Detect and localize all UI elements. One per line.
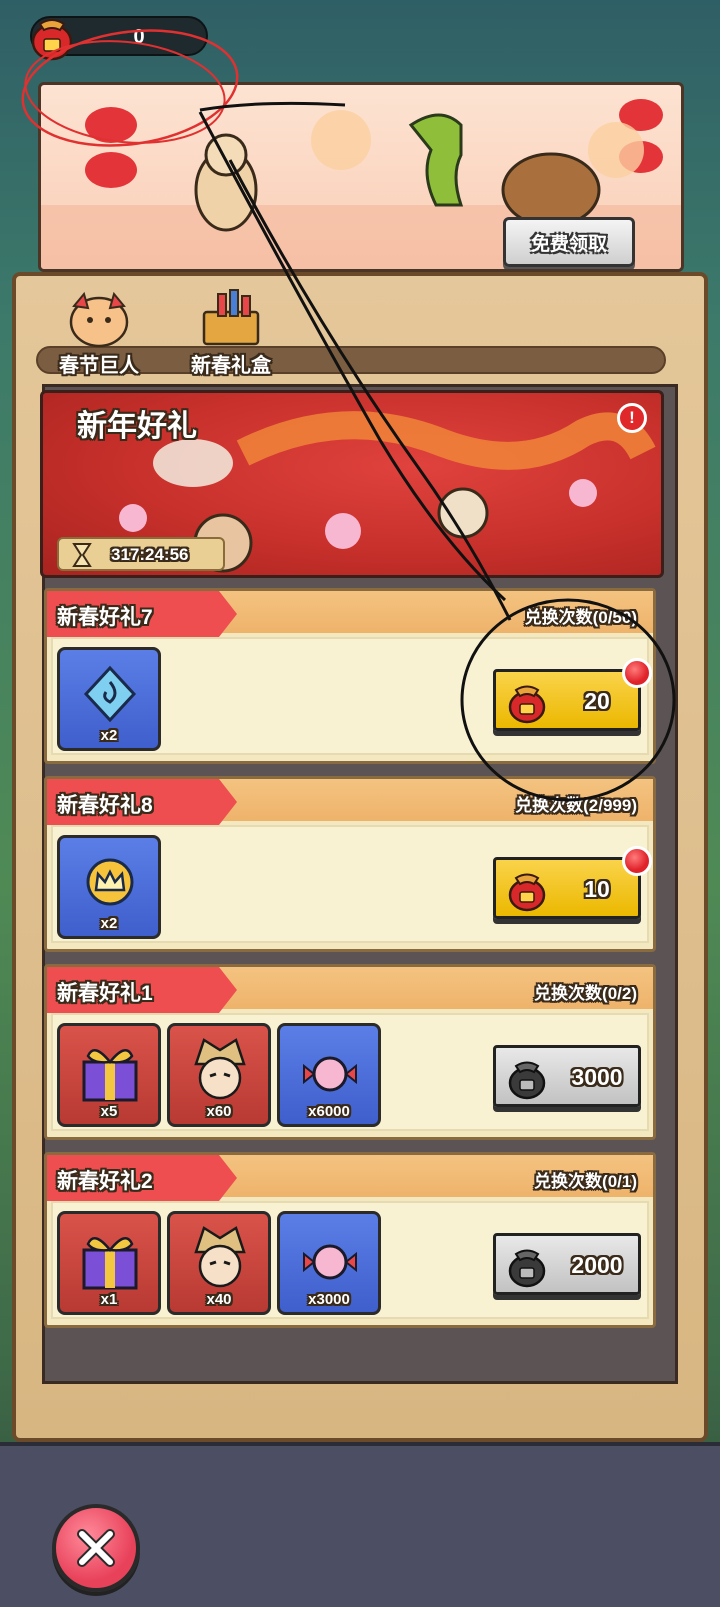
item-qty: x3000 bbox=[308, 1291, 350, 1308]
exchange-count: 兑换次数(0/2) bbox=[534, 984, 637, 1003]
gift-card: 新春好礼7 兑换次数(0/50) x2 20 bbox=[44, 588, 656, 764]
event-banner: 新年好礼 ! 317:24:56 bbox=[40, 390, 664, 578]
event-timer: 317:24:56 bbox=[57, 537, 225, 571]
exchange-button[interactable]: 2000 bbox=[493, 1233, 641, 1295]
gift-card: 新春好礼8 兑换次数(2/999) x2 10 bbox=[44, 776, 656, 952]
close-button[interactable] bbox=[52, 1504, 140, 1592]
hero-portrait-icon bbox=[194, 1038, 246, 1100]
card-ribbon: 新春好礼1 bbox=[47, 967, 237, 1013]
item-qty: x1 bbox=[100, 1291, 118, 1308]
price: 20 bbox=[584, 688, 610, 714]
card-title: 新春好礼1 bbox=[57, 982, 153, 1005]
gift-box-icon bbox=[82, 1049, 138, 1102]
tab-spring-giant[interactable]: 春节巨人 bbox=[34, 286, 164, 378]
price: 2000 bbox=[571, 1252, 623, 1278]
candy-icon bbox=[303, 1244, 357, 1280]
card-ribbon: 新春好礼7 bbox=[47, 591, 237, 637]
candy-icon bbox=[303, 1056, 357, 1092]
reward-item[interactable]: x40 bbox=[167, 1211, 271, 1315]
gift-card: 新春好礼1 兑换次数(0/2) x5 x60 x6000 3000 bbox=[44, 964, 656, 1140]
currency-amount: 0 bbox=[133, 26, 145, 48]
timer-value: 317:24:56 bbox=[111, 545, 189, 564]
reward-item[interactable]: x60 bbox=[167, 1023, 271, 1127]
price: 3000 bbox=[571, 1064, 623, 1090]
reward-item[interactable]: x2 bbox=[57, 835, 161, 939]
price: 10 bbox=[584, 876, 610, 902]
exchange-count: 兑换次数(0/1) bbox=[534, 1172, 637, 1191]
card-ribbon: 新春好礼8 bbox=[47, 779, 237, 825]
item-qty: x40 bbox=[206, 1291, 232, 1308]
reward-item[interactable]: x5 bbox=[57, 1023, 161, 1127]
currency-bar: 0 bbox=[30, 16, 208, 61]
spiral-gem-icon bbox=[83, 665, 137, 723]
gift-card: 新春好礼2 兑换次数(0/1) x1 x40 x3000 2000 bbox=[44, 1152, 656, 1328]
close-icon bbox=[77, 1529, 115, 1567]
tab-label: 春节巨人 bbox=[59, 355, 139, 377]
firework-box-icon bbox=[202, 289, 260, 346]
item-qty: x2 bbox=[100, 727, 118, 744]
card-body: x1 x40 x3000 2000 bbox=[51, 1201, 649, 1319]
card-body: x2 10 bbox=[51, 825, 652, 943]
tab-label: 新春礼盒 bbox=[191, 355, 271, 377]
item-qty: x60 bbox=[206, 1103, 232, 1120]
reward-item[interactable]: x1 bbox=[57, 1211, 161, 1315]
lucky-bag-icon bbox=[508, 873, 546, 912]
exchange-button[interactable]: 20 bbox=[493, 658, 652, 731]
exchange-count: 兑换次数(2/999) bbox=[515, 796, 637, 815]
lucky-bag-icon bbox=[508, 685, 546, 724]
hourglass-icon bbox=[72, 543, 92, 567]
crown-icon bbox=[86, 858, 134, 906]
card-body: x5 x60 x6000 3000 bbox=[51, 1013, 649, 1131]
card-body: x2 20 bbox=[51, 637, 652, 755]
gift-box-icon bbox=[82, 1237, 138, 1290]
item-qty: x2 bbox=[100, 915, 118, 932]
tab-new-year-box[interactable]: 新春礼盒 bbox=[166, 286, 296, 378]
lucky-bag-icon bbox=[508, 1061, 546, 1100]
dragon-giant-icon bbox=[69, 291, 129, 348]
reward-item[interactable]: x2 bbox=[57, 647, 161, 751]
notification-dot bbox=[622, 846, 652, 876]
exchange-button[interactable]: 3000 bbox=[493, 1045, 641, 1107]
exchange-button[interactable]: 10 bbox=[493, 846, 652, 919]
item-qty: x5 bbox=[100, 1103, 118, 1120]
reward-item[interactable]: x6000 bbox=[277, 1023, 381, 1127]
item-qty: x6000 bbox=[308, 1103, 350, 1120]
reward-item[interactable]: x3000 bbox=[277, 1211, 381, 1315]
alert-badge[interactable]: ! bbox=[617, 403, 647, 433]
notification-dot bbox=[622, 658, 652, 688]
top-banner: 免费领取 bbox=[38, 82, 684, 272]
hero-portrait-icon bbox=[194, 1226, 246, 1288]
exchange-count: 兑换次数(0/50) bbox=[524, 608, 637, 627]
card-title: 新春好礼2 bbox=[57, 1170, 153, 1193]
free-claim-button[interactable]: 免费领取 bbox=[503, 217, 635, 267]
card-title: 新春好礼8 bbox=[57, 794, 153, 817]
lucky-bag-icon bbox=[508, 1249, 546, 1288]
lucky-bag-icon bbox=[31, 19, 73, 61]
card-ribbon: 新春好礼2 bbox=[47, 1155, 237, 1201]
card-title: 新春好礼7 bbox=[57, 606, 153, 629]
event-title: 新年好礼 bbox=[77, 410, 197, 443]
